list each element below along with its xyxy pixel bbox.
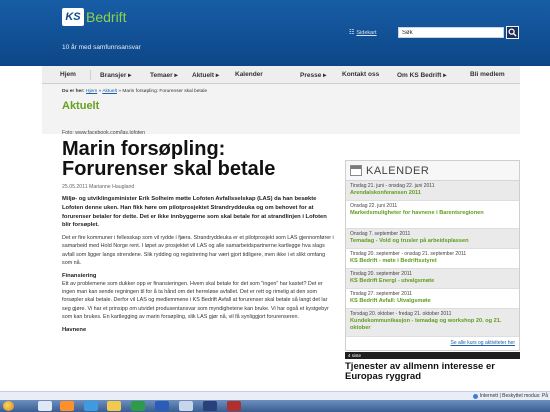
calendar-header: KALENDER — [346, 161, 519, 181]
headline-line-2: Europas ryggrad — [345, 371, 422, 382]
calendar-event[interactable]: Onsdag 22. juni 2011 Markedsmuligheter f… — [346, 201, 519, 229]
ks-bedrift-logo[interactable]: KS Bedrift — [62, 8, 126, 26]
calendar-event[interactable]: Tirsdag 20. september 2011 KS Bedrift En… — [346, 269, 519, 289]
article-subheading: Havnene — [62, 327, 87, 334]
nav-item-bli-medlem[interactable]: Bli medlem — [470, 71, 505, 78]
search-icon — [508, 28, 517, 37]
nav-item-aktuelt[interactable]: Aktuelt ▸ — [192, 71, 219, 79]
latest-news-headline[interactable]: Tjenester av allmenn interesse er Europa… — [345, 362, 520, 382]
logo-wordmark: Bedrift — [86, 9, 127, 25]
app-taskbar-icon[interactable] — [203, 401, 217, 411]
nav-item-kalender[interactable]: Kalender — [235, 71, 263, 78]
latest-news: 4 siste Tjenester av allmenn interesse e… — [345, 352, 520, 382]
nav-item-temaer[interactable]: Temaer ▸ — [150, 71, 178, 79]
event-date: Torsdag 20. oktober - fredag 21. oktober… — [350, 311, 452, 317]
event-date: Tirsdag 21. juni - onsdag 22. juni 2011 — [350, 183, 435, 189]
article-byline: 25.05.2011 Marianne Haugland — [62, 184, 135, 190]
nav-item-kontakt[interactable]: Kontakt oss — [342, 71, 379, 78]
calendar-event[interactable]: Tirsdag 21. juni - onsdag 22. juni 2011 … — [346, 181, 519, 201]
article: Foto: www.facebook.com/las.lofoten Marin… — [62, 130, 336, 334]
article-subheading: Finansiering — [62, 273, 97, 279]
explorer-taskbar-icon[interactable] — [38, 401, 52, 411]
logo-mark: KS — [62, 8, 84, 26]
breadcrumb-link-hjem[interactable]: Hjem — [86, 89, 97, 94]
event-date: Onsdag 22. juni 2011 — [350, 203, 398, 209]
calendar-event[interactable]: Tirsdag 27. september 2011 KS Bedrift Av… — [346, 289, 519, 309]
article-paragraph: Ett av problemene som dukker opp er fina… — [62, 281, 329, 320]
site-tagline: 10 år med samfunnsansvar — [62, 44, 141, 51]
breadcrumb-separator: » — [118, 89, 121, 94]
globe-icon — [472, 393, 478, 399]
main-nav: Hjem Bransjer ▸ Temaer ▸ Aktuelt ▸ Kalen… — [42, 66, 520, 84]
nav-item-presse[interactable]: Presse ▸ — [300, 71, 326, 79]
sitemap-label: Sidekart — [356, 29, 377, 36]
status-zone: Internett | Beskyttet modus: På — [472, 393, 548, 399]
all-events-link[interactable]: Se alle kurs og aktiviteter her — [451, 340, 515, 346]
latest-news-tag: 4 siste — [345, 352, 520, 359]
article-headline: Marin forsøpling: Forurenser skal betale — [62, 139, 336, 179]
nav-item-bransjer[interactable]: Bransjer ▸ — [100, 71, 131, 79]
status-text: Internett | Beskyttet modus: På — [479, 393, 548, 399]
article-paragraph: Det er fire kommuner i fellesskap som vi… — [62, 235, 334, 266]
article-lead: Miljø- og utviklingsminister Erik Solhei… — [62, 196, 327, 229]
breadcrumb-current: Marin forsøpling: Forurenser skal betale — [122, 89, 208, 94]
calendar-footer: Se alle kurs og aktiviteter her — [346, 337, 519, 350]
photo-source: Foto: www.facebook.com/las.lofoten — [62, 130, 146, 136]
event-title[interactable]: KS Bedrift Energi - utvalgsmøte — [350, 278, 515, 285]
breadcrumb: Du er her: Hjem » Aktuelt » Marin forsøp… — [62, 89, 207, 94]
sitemap-link[interactable]: ☷ Sidekart — [349, 29, 377, 37]
headline-line-1: Marin forsøpling: — [62, 138, 226, 160]
calendar-widget: KALENDER Tirsdag 21. juni - onsdag 22. j… — [345, 160, 520, 351]
event-title[interactable]: Markedsmuligheter for havnene i Barentsr… — [350, 210, 515, 217]
breadcrumb-link-aktuelt[interactable]: Aktuelt — [102, 89, 117, 94]
event-title[interactable]: Arendalskonferansen 2011 — [350, 190, 515, 197]
browser-status-bar: Internett | Beskyttet modus: På — [0, 391, 550, 400]
nav-divider — [90, 70, 91, 80]
excel-taskbar-icon[interactable] — [131, 401, 145, 411]
word-taskbar-icon[interactable] — [155, 401, 169, 411]
folder-taskbar-icon[interactable] — [107, 401, 121, 411]
event-title[interactable]: KS Bedrift Avfall: Utvalgsmøte — [350, 298, 515, 305]
headline-line-2: Forurenser skal betale — [62, 158, 276, 180]
calendar-icon — [350, 165, 362, 176]
event-date: Onsdag 7. september 2011 — [350, 231, 411, 237]
calendar-event[interactable]: Onsdag 7. september 2011 Temadag - Vold … — [346, 229, 519, 249]
search-button[interactable] — [506, 26, 519, 39]
search-input[interactable] — [398, 27, 504, 38]
event-title[interactable]: Temadag - Vold og trusler på arbeidsplas… — [350, 238, 515, 245]
taskbar — [0, 400, 550, 412]
sitemap-icon: ☷ — [349, 30, 355, 36]
calendar-event[interactable]: Torsdag 20. oktober - fredag 21. oktober… — [346, 309, 519, 337]
calendar-event[interactable]: Tirsdag 20. september - onsdag 21. septe… — [346, 249, 519, 269]
ie-taskbar-icon[interactable] — [84, 401, 98, 411]
app-taskbar-icon[interactable] — [227, 401, 241, 411]
nav-item-hjem[interactable]: Hjem — [60, 71, 76, 78]
event-date: Tirsdag 20. september 2011 — [350, 271, 412, 277]
app-taskbar-icon[interactable] — [179, 401, 193, 411]
firefox-taskbar-icon[interactable] — [60, 401, 74, 411]
calendar-title: KALENDER — [366, 164, 430, 177]
event-title[interactable]: KS Bedrift - møte i Bedriftsstyret — [350, 258, 515, 265]
start-button[interactable] — [3, 401, 14, 411]
event-date: Tirsdag 27. september 2011 — [350, 291, 412, 297]
section-title: Aktuelt — [62, 100, 100, 112]
site-header: KS Bedrift 10 år med samfunnsansvar ☷ Si… — [0, 0, 550, 66]
breadcrumb-separator: » — [98, 89, 102, 94]
nav-item-om-ks-bedrift[interactable]: Om KS Bedrift ▸ — [397, 71, 447, 79]
breadcrumb-prefix: Du er her: — [62, 89, 85, 94]
event-date: Tirsdag 20. september - onsdag 21. septe… — [350, 251, 467, 257]
event-title[interactable]: Kundekommunikasjon - temadag og workshop… — [350, 318, 515, 332]
